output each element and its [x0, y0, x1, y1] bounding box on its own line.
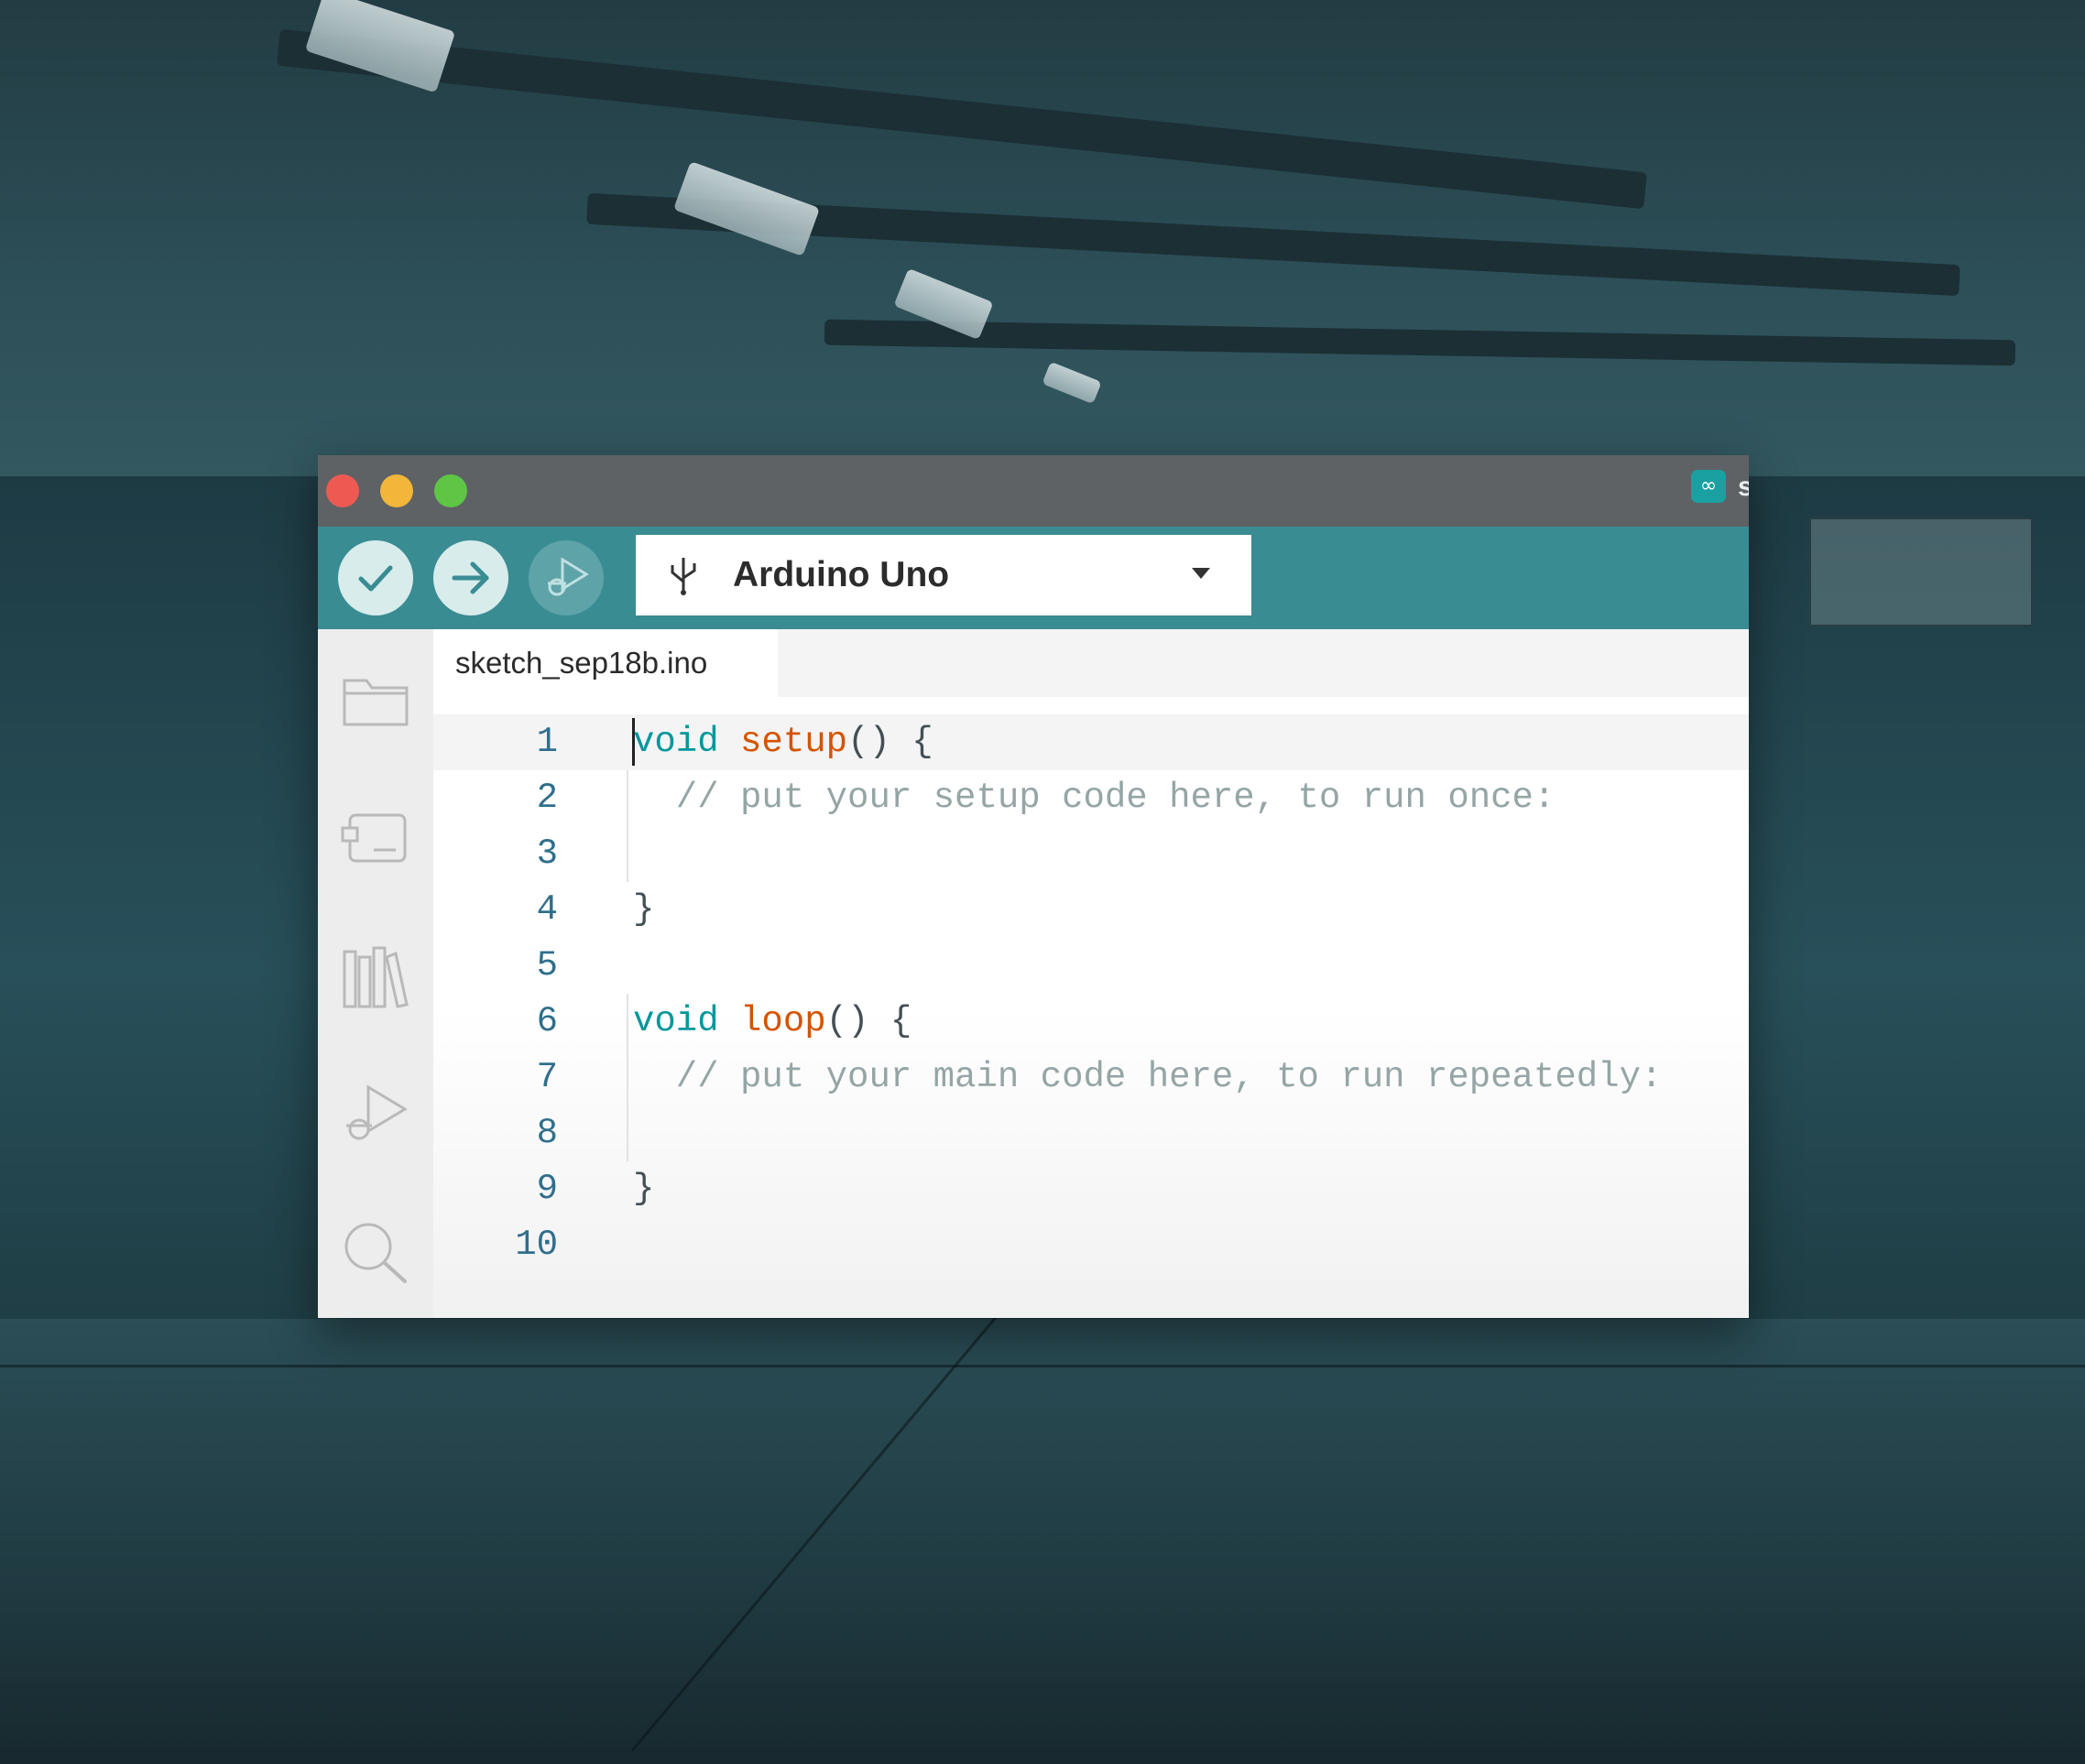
line-number: 10 [515, 1225, 558, 1265]
code-text: // put your setup code here, to run once… [633, 770, 1556, 826]
line-number: 8 [536, 1113, 558, 1153]
line-number: 1 [536, 722, 558, 762]
code-line[interactable]: 3 [433, 826, 1749, 882]
floor [0, 1319, 2085, 1764]
verify-button[interactable] [338, 540, 413, 615]
code-text: void loop() { [633, 994, 912, 1050]
sidebar-item-search[interactable] [334, 1211, 417, 1293]
line-number: 4 [536, 889, 558, 930]
toolbar: Arduino Uno [318, 527, 1749, 629]
window-title: s [1738, 472, 1749, 502]
arduino-ide-window: ∞ s Arduino Uno sketch_sep18b.ino 1 void… [318, 455, 1749, 1318]
line-number: 6 [536, 1001, 558, 1041]
folder-icon [343, 679, 409, 726]
board-manager-icon [341, 813, 407, 863]
code-line[interactable]: 2 // put your setup code here, to run on… [433, 770, 1749, 826]
code-text: } [633, 882, 654, 938]
function-token: setup [740, 722, 848, 762]
line-number: 2 [536, 778, 558, 818]
code-line[interactable]: 5 [433, 938, 1749, 994]
comment-token: // put your setup code here, to run once… [633, 778, 1556, 818]
text-token: } [633, 1169, 655, 1209]
debug-icon [548, 557, 589, 596]
close-window-button[interactable] [326, 474, 359, 507]
arduino-app-icon: ∞ [1691, 470, 1726, 503]
tab-sketch[interactable]: sketch_sep18b.ino [433, 629, 778, 697]
code-line[interactable]: 7 // put your main code here, to run rep… [433, 1050, 1749, 1105]
code-line[interactable]: 1 void setup() { [433, 714, 1749, 770]
text-cursor [632, 718, 635, 766]
usb-icon [671, 558, 696, 595]
library-icon [343, 946, 409, 1008]
sidebar-item-boards-manager[interactable] [334, 797, 417, 879]
line-number: 3 [536, 833, 558, 874]
title-bar: ∞ s [318, 455, 1749, 527]
debug-icon [346, 1084, 408, 1140]
code-line[interactable]: 4} [433, 882, 1749, 938]
function-token: loop [740, 1001, 826, 1041]
debug-button[interactable] [529, 540, 604, 615]
code-line[interactable]: 6 void loop() { [433, 994, 1749, 1050]
arrow-right-icon [452, 561, 489, 594]
code-text: void setup() { [633, 714, 933, 770]
tab-label: sketch_sep18b.ino [455, 646, 708, 680]
upload-button[interactable] [433, 540, 508, 615]
search-icon [344, 1223, 407, 1283]
wall-panel [1809, 517, 2033, 626]
editor-tab-bar: sketch_sep18b.ino [433, 629, 1749, 697]
line-number: 5 [536, 945, 558, 985]
text-token: () { [847, 722, 933, 762]
code-lines[interactable]: 1 void setup() {2 // put your setup code … [433, 714, 1749, 1273]
minimize-window-button[interactable] [380, 474, 413, 507]
code-text: // put your main code here, to run repea… [633, 1050, 1663, 1105]
code-line[interactable]: 8 [433, 1105, 1749, 1161]
line-number: 9 [536, 1169, 558, 1209]
sidebar-item-library-manager[interactable] [334, 936, 417, 1018]
code-editor[interactable]: sketch_sep18b.ino 1 void setup() {2 // pu… [433, 629, 1749, 1318]
board-selector[interactable]: Arduino Uno [636, 535, 1251, 615]
sidebar-item-debug[interactable] [334, 1073, 417, 1156]
sidebar-item-sketchbook[interactable] [334, 659, 417, 741]
code-text: } [633, 1161, 654, 1217]
board-name: Arduino Uno [733, 555, 950, 594]
line-number: 7 [536, 1057, 558, 1097]
text-token: () { [825, 1001, 912, 1041]
code-line[interactable]: 9} [433, 1161, 1749, 1217]
check-icon [358, 565, 393, 592]
chevron-down-icon [1192, 567, 1210, 579]
comment-token: // put your main code here, to run repea… [633, 1057, 1663, 1097]
keyword-token: void [633, 1001, 719, 1041]
text-token: } [633, 889, 655, 930]
code-line[interactable]: 10 [433, 1217, 1749, 1273]
floor-line [0, 1365, 2085, 1367]
sidebar [318, 629, 433, 1318]
zoom-window-button[interactable] [434, 474, 467, 507]
keyword-token: void [633, 722, 719, 762]
